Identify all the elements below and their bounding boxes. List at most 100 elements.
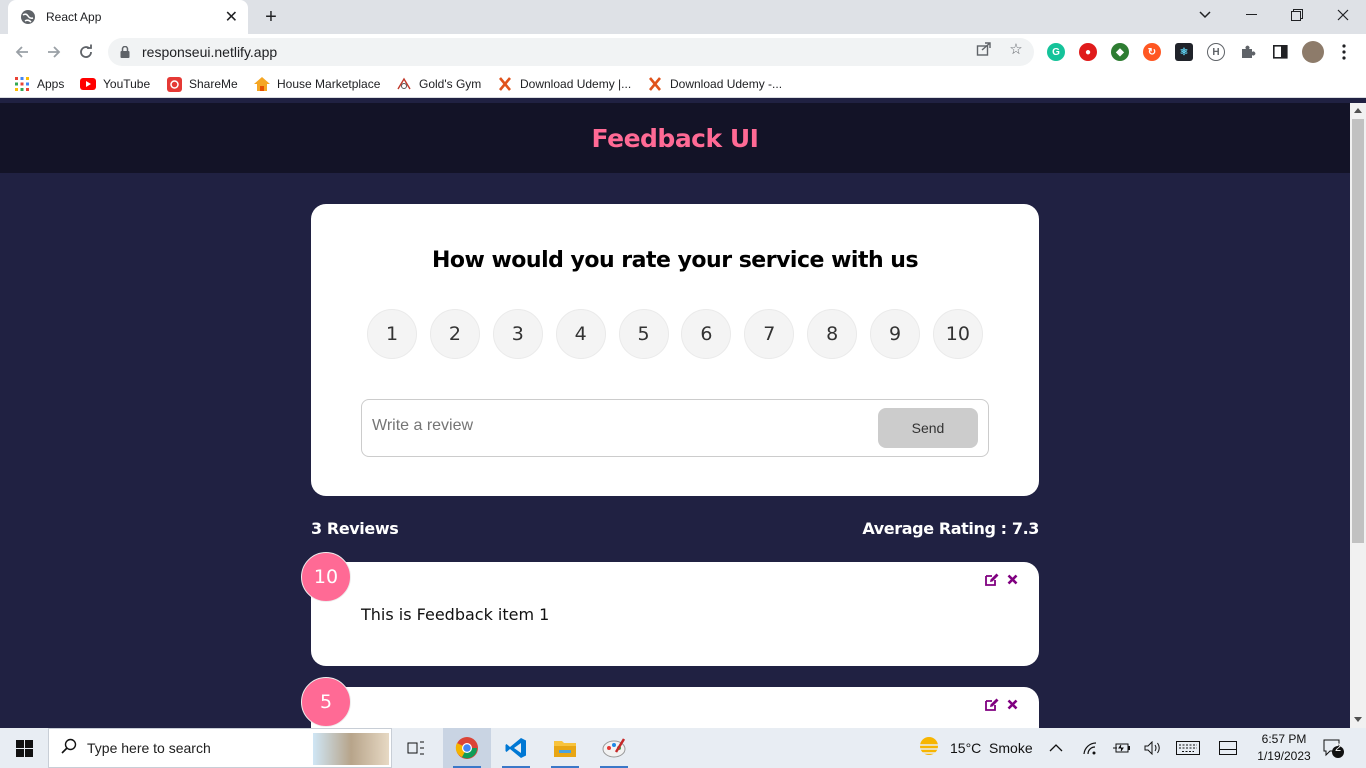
delete-icon[interactable] xyxy=(1005,572,1019,586)
feedback-text: This is Feedback item 1 xyxy=(361,605,550,624)
bookmark-label: Download Udemy |... xyxy=(520,77,632,91)
rating-option-5[interactable]: 5 xyxy=(618,309,669,359)
rating-option-6[interactable]: 6 xyxy=(681,309,732,359)
bookmark-star-icon[interactable]: ☆ xyxy=(1007,40,1025,58)
browser-toolbar: responseui.netlify.app ☆ G ● ◆ ↻ ⚛ H xyxy=(0,34,1366,70)
vscode-taskbar-icon[interactable] xyxy=(492,728,540,768)
share-icon[interactable] xyxy=(975,40,993,58)
rating-option-2[interactable]: 2 xyxy=(429,309,480,359)
house-icon xyxy=(254,76,270,92)
bookmark-apps[interactable]: Apps xyxy=(14,75,64,93)
weather-widget[interactable]: 15°C Smoke xyxy=(916,728,1033,768)
bookmark-shareme[interactable]: ShareMe xyxy=(166,75,238,93)
battery-icon[interactable] xyxy=(1113,728,1131,768)
rating-option-1[interactable]: 1 xyxy=(367,309,417,359)
paint-taskbar-icon[interactable] xyxy=(590,728,638,768)
review-count: 3 Reviews xyxy=(311,519,399,538)
bookmark-house-marketplace[interactable]: House Marketplace xyxy=(254,75,380,93)
close-window-button[interactable] xyxy=(1320,0,1366,30)
bookmark-download-udemy-1[interactable]: Download Udemy |... xyxy=(497,75,631,93)
lock-icon xyxy=(120,46,130,58)
chrome-taskbar-icon[interactable] xyxy=(443,728,491,768)
scroll-down-arrow-icon[interactable] xyxy=(1354,717,1362,722)
taskbar-search-box[interactable]: Type here to search xyxy=(48,728,392,768)
app-title: Feedback UI xyxy=(591,123,759,153)
side-panel-icon[interactable] xyxy=(1271,43,1289,61)
scrollbar-thumb[interactable] xyxy=(1352,119,1364,543)
delete-icon[interactable] xyxy=(1005,697,1019,711)
refresh-extension-icon[interactable]: ↻ xyxy=(1143,43,1161,61)
keyboard-icon[interactable] xyxy=(1176,728,1200,768)
tab-search-chevron-icon[interactable] xyxy=(1182,0,1228,30)
tab-close-icon[interactable]: ✕ xyxy=(225,7,238,27)
bookmarks-bar: Apps YouTube ShareMe House Marketplace G… xyxy=(0,70,1366,98)
taskbar-clock[interactable]: 6:57 PM 1/19/2023 xyxy=(1252,731,1316,765)
h-extension-icon[interactable]: H xyxy=(1207,43,1225,61)
back-arrow-icon[interactable] xyxy=(10,40,34,64)
rating-option-9[interactable]: 9 xyxy=(870,309,920,359)
new-tab-button[interactable]: + xyxy=(260,4,282,30)
bookmark-youtube[interactable]: YouTube xyxy=(80,75,150,93)
bookmark-download-udemy-2[interactable]: Download Udemy -... xyxy=(647,75,782,93)
search-highlight-image xyxy=(313,733,389,765)
grammarly-extension-icon[interactable]: G xyxy=(1047,43,1065,61)
average-rating: Average Rating : 7.3 xyxy=(862,519,1039,538)
review-input[interactable]: Write a review xyxy=(372,417,473,435)
forward-arrow-icon[interactable] xyxy=(42,40,66,64)
gym-icon xyxy=(396,76,412,92)
globe-icon xyxy=(20,9,36,25)
app-header: Feedback UI xyxy=(0,103,1350,173)
clock-date: 1/19/2023 xyxy=(1257,749,1311,763)
bookmark-label: YouTube xyxy=(103,77,151,91)
adblock-extension-icon[interactable]: ● xyxy=(1079,43,1097,61)
send-button[interactable]: Send xyxy=(878,408,978,448)
task-view-icon[interactable] xyxy=(392,728,440,768)
browser-tab[interactable]: React App ✕ xyxy=(8,0,248,34)
search-icon xyxy=(61,738,77,759)
x-logo-icon xyxy=(647,76,663,92)
bookmark-label: Apps xyxy=(37,77,65,91)
minimize-button[interactable] xyxy=(1228,0,1274,30)
edit-icon[interactable] xyxy=(985,572,999,586)
youtube-icon xyxy=(80,76,96,92)
input-method-icon[interactable] xyxy=(1219,728,1237,768)
windows-start-icon[interactable] xyxy=(0,728,48,768)
globe-extension-icon[interactable]: ◆ xyxy=(1111,43,1129,61)
feedback-item: 5 xyxy=(301,677,1039,728)
rating-option-4[interactable]: 4 xyxy=(555,309,606,359)
form-heading: How would you rate your service with us xyxy=(431,248,919,273)
browser-tab-strip: React App ✕ + xyxy=(0,0,1366,34)
rating-option-7[interactable]: 7 xyxy=(744,309,795,359)
volume-icon[interactable] xyxy=(1144,728,1162,768)
network-icon[interactable] xyxy=(1082,728,1098,768)
bookmark-label: Gold's Gym xyxy=(419,77,482,91)
rating-option-3[interactable]: 3 xyxy=(492,309,543,359)
notifications-icon[interactable]: 2 xyxy=(1322,728,1344,768)
shareme-icon xyxy=(166,76,182,92)
rating-option-10[interactable]: 10 xyxy=(932,309,983,359)
edit-icon[interactable] xyxy=(985,697,999,711)
tab-title: React App xyxy=(46,10,102,24)
review-input-group: Write a review Send xyxy=(361,399,989,457)
more-menu-icon[interactable] xyxy=(1335,43,1353,61)
address-bar[interactable]: responseui.netlify.app xyxy=(108,38,1034,66)
clock-time: 6:57 PM xyxy=(1261,732,1307,746)
feedback-form-card: How would you rate your service with us … xyxy=(311,204,1039,496)
feedback-rating-badge: 10 xyxy=(301,552,351,602)
scroll-up-arrow-icon[interactable] xyxy=(1354,108,1362,113)
bookmark-golds-gym[interactable]: Gold's Gym xyxy=(396,75,481,93)
rating-option-8[interactable]: 8 xyxy=(807,309,858,359)
bookmark-label: House Marketplace xyxy=(277,77,381,91)
file-explorer-taskbar-icon[interactable] xyxy=(541,728,589,768)
react-devtools-icon[interactable]: ⚛ xyxy=(1175,43,1193,61)
feedback-item: 10 This is Feedback item 1 xyxy=(301,552,1039,666)
show-hidden-icons-chevron-icon[interactable] xyxy=(1049,728,1063,768)
page-scrollbar[interactable] xyxy=(1350,103,1366,728)
x-logo-icon xyxy=(497,76,513,92)
extensions-puzzle-icon[interactable] xyxy=(1239,43,1257,61)
apps-grid-icon xyxy=(14,76,30,92)
reload-icon[interactable] xyxy=(74,40,98,64)
weather-sun-icon xyxy=(916,736,942,761)
restore-button[interactable] xyxy=(1274,0,1320,30)
profile-avatar[interactable] xyxy=(1302,41,1324,63)
